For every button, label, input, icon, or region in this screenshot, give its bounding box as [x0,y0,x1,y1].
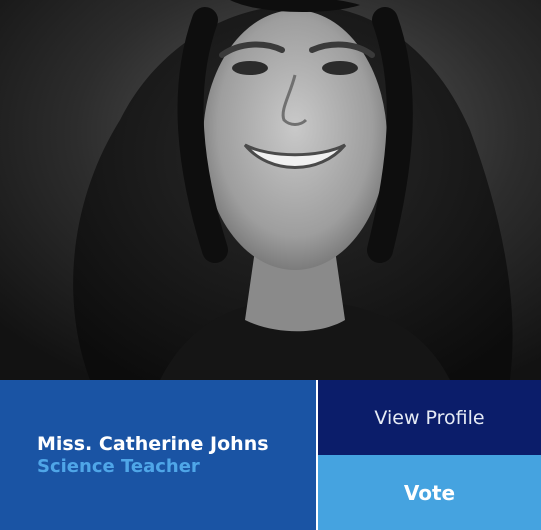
profile-role: Science Teacher [37,456,200,477]
profile-name: Miss. Catherine Johns [37,433,269,455]
vote-button[interactable]: Vote [318,455,541,530]
portrait-illustration [0,0,541,380]
profile-info-panel: Miss. Catherine Johns Science Teacher [0,380,316,530]
profile-card: Miss. Catherine Johns Science Teacher Vi… [0,0,541,530]
view-profile-button[interactable]: View Profile [318,380,541,455]
profile-photo [0,0,541,380]
